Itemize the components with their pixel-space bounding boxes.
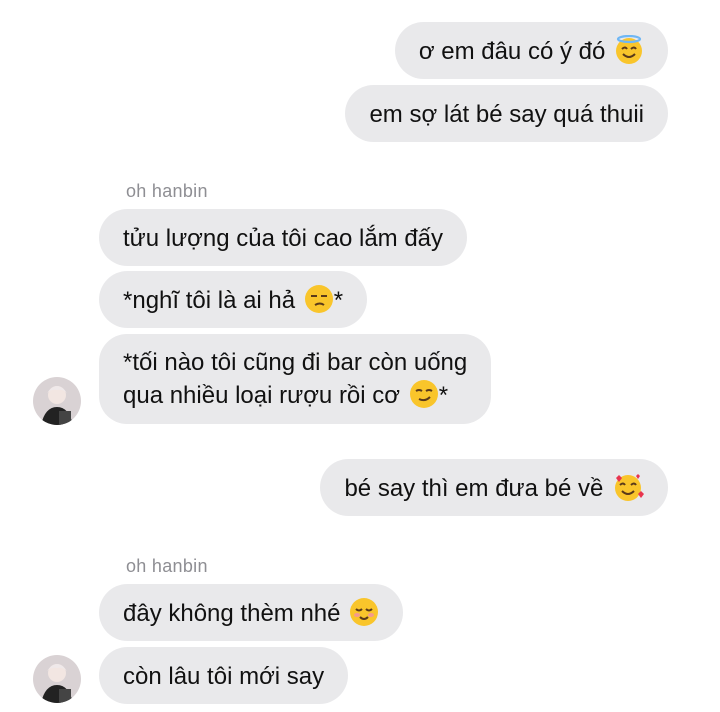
sender-name: oh hanbin <box>126 181 208 201</box>
unamused-face-emoji-icon <box>304 284 334 323</box>
message-text: còn lâu tôi mới say <box>123 663 325 690</box>
smiling-relaxed-emoji-icon <box>349 597 379 636</box>
message-bubble-outgoing[interactable]: ơ em đâu có ý đó <box>394 22 668 79</box>
message-text: đây không thèm nhé <box>123 600 348 627</box>
message-bubble-incoming[interactable]: còn lâu tôi mới say <box>99 647 349 704</box>
smirking-face-emoji-icon <box>409 379 439 418</box>
message-text: bé say thì em đưa bé về <box>344 475 610 502</box>
message-text: tửu lượng của tôi cao lắm đấy <box>123 225 444 252</box>
message-bubble-incoming[interactable]: *nghĩ tôi là ai hả * <box>99 271 368 328</box>
message-text: * <box>333 287 344 314</box>
sender-name: oh hanbin <box>126 556 208 576</box>
message-bubble-outgoing[interactable]: em sợ lát bé say quá thuii <box>345 85 668 142</box>
message-text-line: qua nhiều loại rượu rồi cơ * <box>123 379 467 418</box>
message-text: *nghĩ tôi là ai hả <box>123 287 302 314</box>
message-bubble-incoming[interactable]: tửu lượng của tôi cao lắm đấy <box>99 209 468 266</box>
avatar[interactable] <box>33 655 81 703</box>
message-bubble-incoming[interactable]: đây không thèm nhé <box>99 584 404 641</box>
avatar[interactable] <box>33 377 81 425</box>
message-text: em sợ lát bé say quá thuii <box>369 101 644 128</box>
message-text: ơ em đâu có ý đó <box>418 38 606 65</box>
message-bubble-outgoing[interactable]: bé say thì em đưa bé về <box>320 459 668 516</box>
smiling-face-with-hearts-emoji-icon <box>612 472 644 511</box>
smiling-halo-emoji-icon <box>614 34 644 74</box>
message-bubble-incoming[interactable]: *tối nào tôi cũng đi bar còn uống qua nh… <box>99 334 492 424</box>
message-text-line: *tối nào tôi cũng đi bar còn uống <box>123 349 468 376</box>
